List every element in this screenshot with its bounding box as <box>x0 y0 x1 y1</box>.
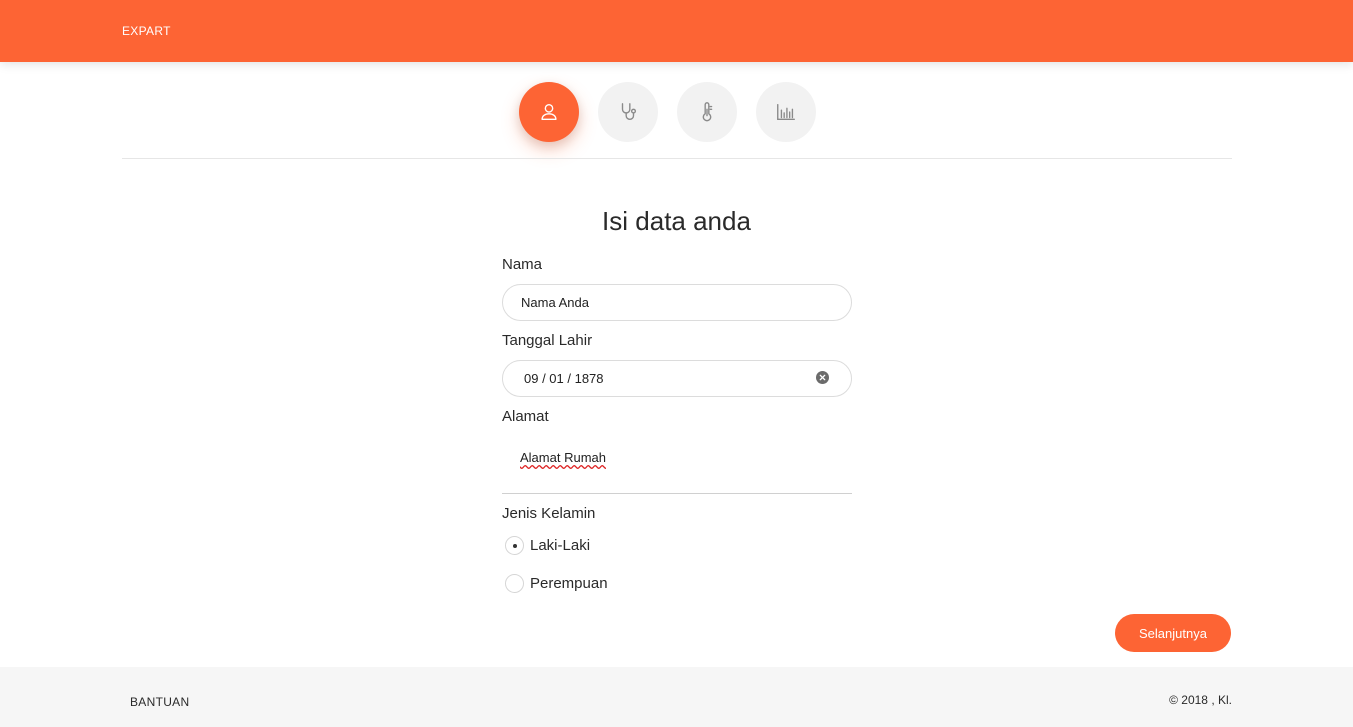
page-title: Isi data anda <box>602 206 751 236</box>
step-results[interactable] <box>756 82 816 142</box>
birthdate-label: Tanggal Lahir <box>502 332 593 349</box>
top-navbar: EXPART <box>0 0 1353 62</box>
thermometer-icon <box>702 102 713 122</box>
copyright-text: © 2018 , Kl. <box>1169 693 1232 707</box>
radio-button[interactable] <box>505 536 524 555</box>
address-label: Alamat <box>502 408 549 425</box>
radio-button[interactable] <box>505 574 524 593</box>
gender-option-label: Laki-Laki <box>530 537 591 554</box>
step-symptoms[interactable] <box>598 82 658 142</box>
address-textarea[interactable]: Alamat Rumah <box>520 450 606 465</box>
step-indicator <box>519 82 816 142</box>
footer: BANTUAN © 2018 , Kl. <box>0 667 1353 727</box>
user-icon <box>541 103 557 121</box>
address-underline <box>502 493 852 494</box>
clear-icon[interactable] <box>816 371 829 384</box>
birthdate-value[interactable]: 09 / 01 / 1878 <box>524 371 604 386</box>
gender-option-label: Perempuan <box>530 575 608 592</box>
gender-option-male[interactable]: Laki-Laki <box>505 536 590 555</box>
radio-selected-dot <box>512 543 517 548</box>
step-temperature[interactable] <box>677 82 737 142</box>
gender-option-female[interactable]: Perempuan <box>505 574 608 593</box>
next-button[interactable]: Selanjutnya <box>1115 614 1231 652</box>
stethoscope-icon <box>621 103 637 121</box>
name-label: Nama <box>502 256 543 273</box>
gender-label: Jenis Kelamin <box>502 505 596 522</box>
step-personal-data[interactable] <box>519 82 579 142</box>
brand-logo-link[interactable]: EXPART <box>122 24 171 38</box>
name-input[interactable] <box>502 284 852 321</box>
header-divider <box>122 158 1232 159</box>
bar-chart-icon <box>777 103 795 121</box>
help-link[interactable]: BANTUAN <box>130 695 189 709</box>
